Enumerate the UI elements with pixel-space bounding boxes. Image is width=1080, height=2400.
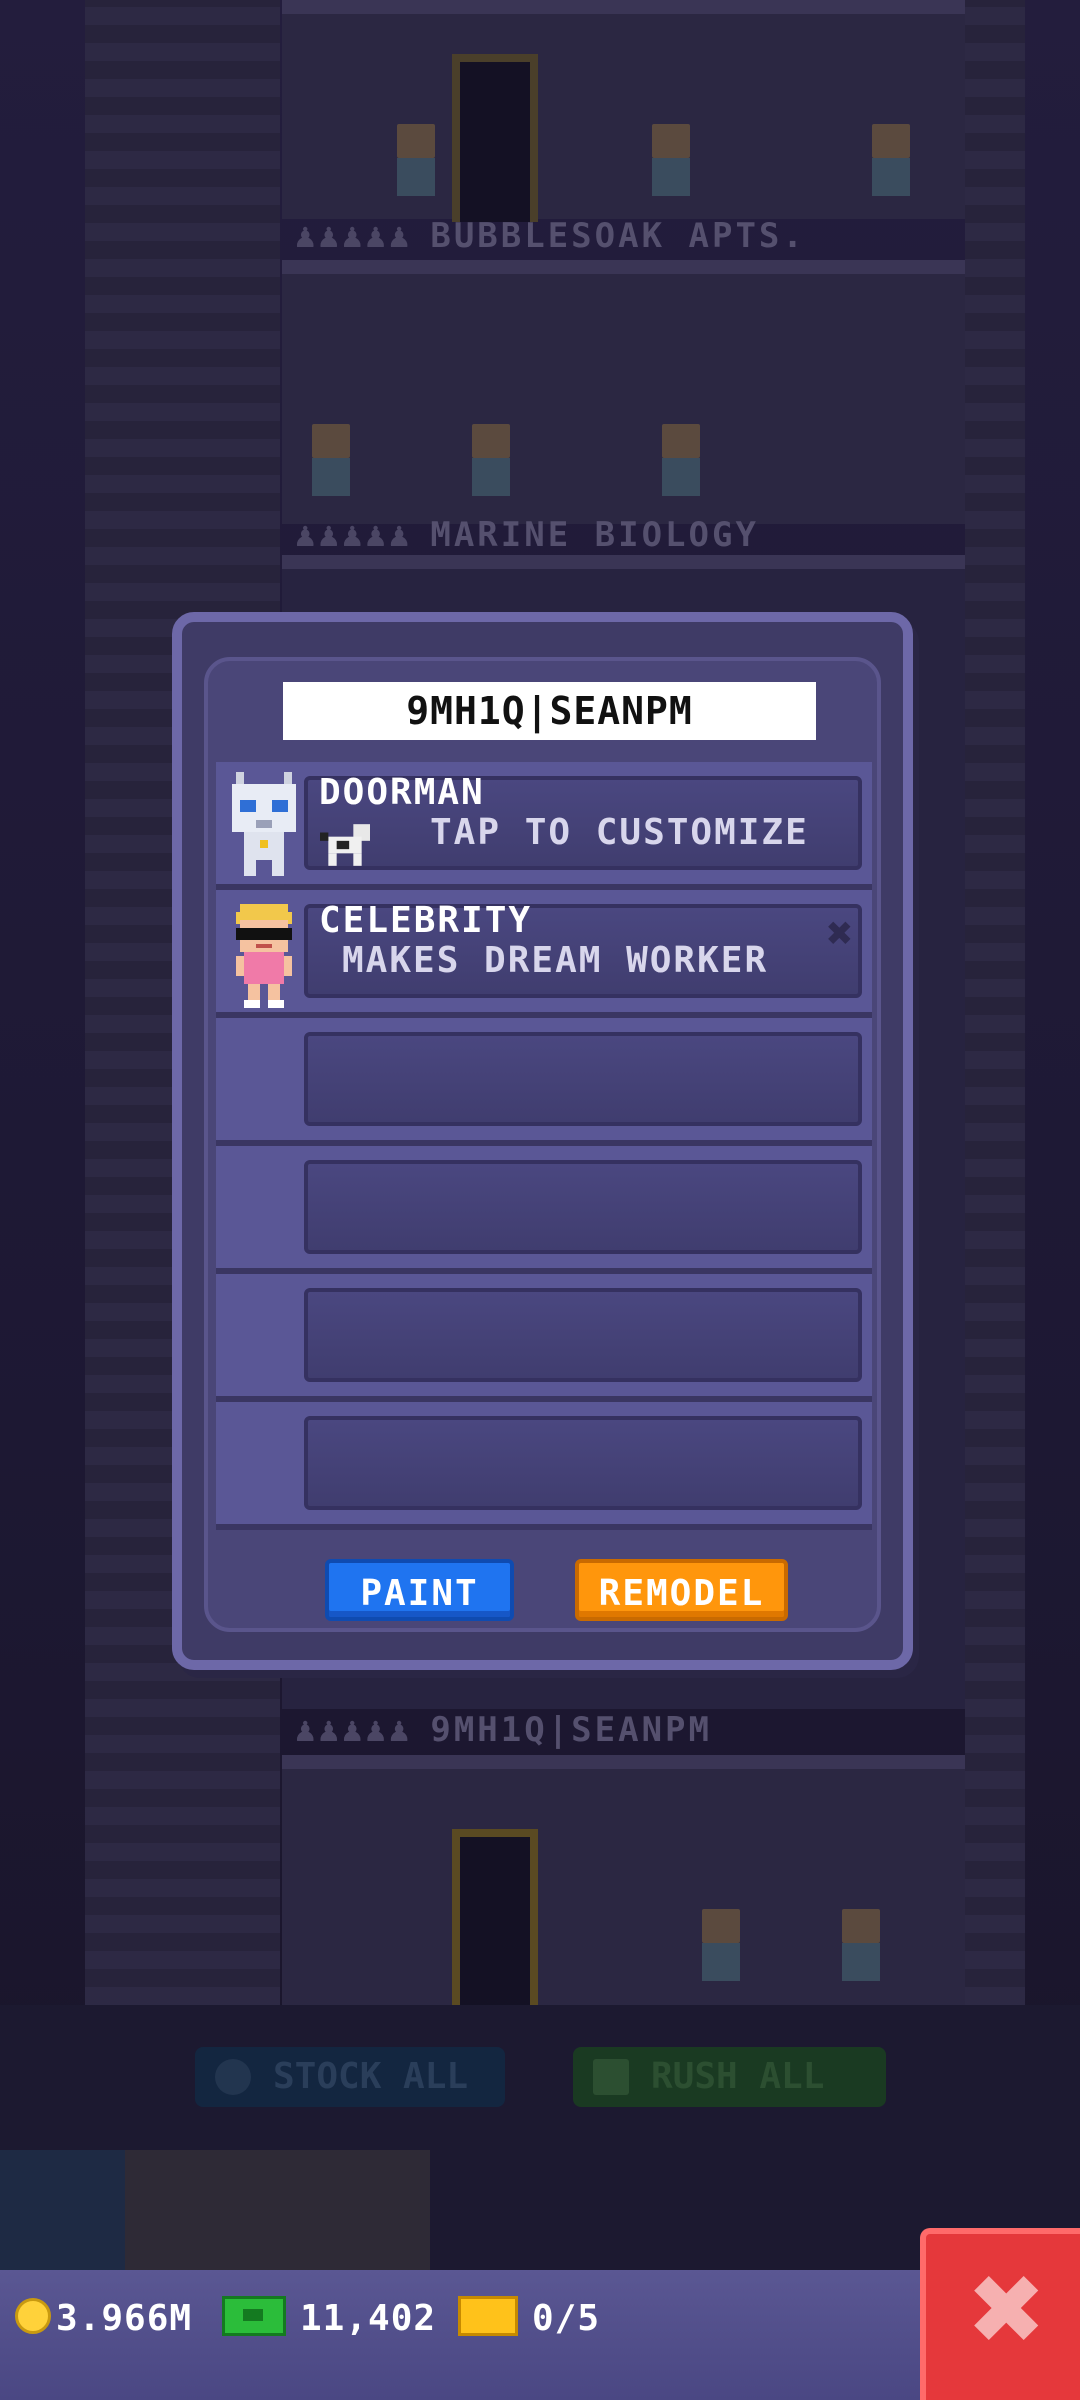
status-bar: 3.966M 11,402 0/5 [0,2270,1080,2400]
remodel-button[interactable]: REMODEL [575,1559,788,1621]
slot-panel [304,1288,862,1382]
close-icon: ✖ [966,2254,1047,2366]
resident-sprite [652,124,690,196]
slot-subtitle: TAP TO CUSTOMIZE [430,812,809,853]
ticket-icon [458,2296,518,2336]
resident-sprite [472,424,510,496]
resident-sprite [312,424,350,496]
floor-bubblesoak [282,260,965,524]
floor-name-field[interactable] [283,682,816,740]
door [452,1829,538,2017]
door [452,54,538,222]
paint-button[interactable]: PAINT [325,1559,514,1621]
resident-sprite [702,1909,740,1981]
ticket-count: 0/5 [532,2298,601,2339]
rush-all-button: RUSH ALL [573,2047,886,2107]
slot-panel [304,1416,862,1510]
stock-all-button: STOCK ALL [195,2047,505,2107]
evict-x-icon[interactable]: ✖ [820,912,860,956]
floor-label: ♟♟♟♟♟ MARINE BIOLOGY [295,515,759,555]
close-button[interactable]: ✖ [920,2228,1080,2400]
slot-panel [304,1160,862,1254]
floor-label: ♟♟♟♟♟ 9MH1Q|SEANPM [295,1710,712,1750]
slot-title: CELEBRITY [319,900,533,941]
resident-sprite [397,124,435,196]
robot-doorman-icon [232,772,296,876]
floor-dialog: DOORMAN TAP TO CUSTOMIZE CELEBRITY MAKES… [172,612,913,1670]
resident-slot-celebrity[interactable]: CELEBRITY MAKES DREAM WORKER ✖ [216,890,872,1018]
celebrity-avatar-icon [236,904,292,1008]
coin-count: 3.966M [56,2298,193,2339]
empty-slot[interactable] [216,1402,872,1530]
cat-pet-icon [320,824,370,866]
slot-title: DOORMAN [319,772,485,813]
clock-icon [215,2059,251,2095]
resident-sprite [872,124,910,196]
slot-subtitle: MAKES DREAM WORKER [342,940,769,981]
empty-slot[interactable] [216,1274,872,1402]
floor-top [282,0,965,222]
floor-label: ♟♟♟♟♟ BUBBLESOAK APTS. [295,216,806,256]
coin-icon [15,2298,51,2334]
floor-lobby [282,1755,965,2019]
bux-icon [593,2059,629,2095]
resident-list: DOORMAN TAP TO CUSTOMIZE CELEBRITY MAKES… [216,762,872,1530]
tool-slot [125,2150,430,2270]
resident-sprite [662,424,700,496]
bux-count: 11,402 [300,2298,437,2339]
bux-icon [222,2296,286,2336]
resident-slot-doorman[interactable]: DOORMAN TAP TO CUSTOMIZE [216,762,872,890]
slot-panel [304,1032,862,1126]
tool-slot [0,2150,125,2270]
empty-slot[interactable] [216,1146,872,1274]
tower-right-column [965,0,1025,2005]
empty-slot[interactable] [216,1018,872,1146]
resident-sprite [842,1909,880,1981]
